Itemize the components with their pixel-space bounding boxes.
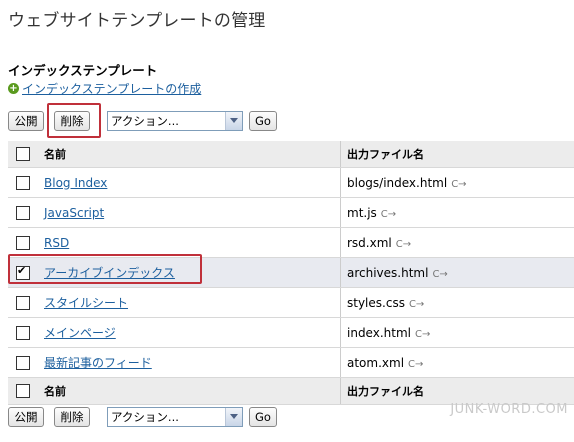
output-filename: archives.html bbox=[347, 265, 429, 280]
row-checkbox[interactable] bbox=[16, 355, 30, 370]
watermark: JUNK-WORD.COM bbox=[450, 402, 568, 417]
publish-button-bottom[interactable]: 公開 bbox=[8, 407, 44, 427]
chevron-down-icon bbox=[225, 112, 242, 130]
table-row: RSD rsd.xml C→ bbox=[8, 227, 574, 258]
section-title: インデックステンプレート bbox=[8, 63, 158, 78]
republish-icon[interactable]: C→ bbox=[451, 179, 466, 190]
table-footer: 名前 出力ファイル名 bbox=[8, 377, 574, 405]
republish-icon[interactable]: C→ bbox=[408, 359, 423, 370]
select-all-checkbox-bottom[interactable] bbox=[16, 384, 30, 398]
row-checkbox[interactable] bbox=[16, 175, 30, 190]
row-highlight-box bbox=[8, 254, 202, 284]
select-all-checkbox[interactable] bbox=[16, 147, 30, 161]
template-name-link[interactable]: RSD bbox=[44, 236, 69, 250]
row-checkbox[interactable] bbox=[16, 295, 30, 310]
plus-icon: + bbox=[8, 83, 19, 94]
republish-icon[interactable]: C→ bbox=[381, 209, 396, 220]
create-template-link[interactable]: + インデックステンプレートの作成 bbox=[8, 80, 201, 97]
table-row: Blog Index blogs/index.html C→ bbox=[8, 167, 574, 198]
table-row: スタイルシート styles.css C→ bbox=[8, 287, 574, 318]
output-filename: index.html bbox=[347, 325, 411, 340]
template-name-link[interactable]: JavaScript bbox=[44, 206, 104, 220]
column-footer-output[interactable]: 出力ファイル名 bbox=[347, 385, 424, 398]
table-row: メインページ index.html C→ bbox=[8, 317, 574, 348]
delete-button-bottom[interactable]: 削除 bbox=[54, 407, 90, 427]
output-filename: rsd.xml bbox=[347, 235, 392, 250]
output-filename: blogs/index.html bbox=[347, 175, 448, 190]
republish-icon[interactable]: C→ bbox=[409, 299, 424, 310]
column-header-output[interactable]: 出力ファイル名 bbox=[347, 148, 424, 161]
template-name-link[interactable]: 最新記事のフィード bbox=[44, 356, 152, 370]
table-row: JavaScript mt.js C→ bbox=[8, 197, 574, 228]
row-checkbox[interactable] bbox=[16, 205, 30, 220]
action-select-value: アクション... bbox=[111, 114, 179, 128]
go-button-bottom[interactable]: Go bbox=[249, 407, 277, 427]
template-name-link[interactable]: スタイルシート bbox=[44, 296, 128, 310]
table-header: 名前 出力ファイル名 bbox=[8, 141, 574, 168]
column-header-name[interactable]: 名前 bbox=[44, 148, 66, 161]
action-select-bottom[interactable]: アクション... bbox=[107, 407, 243, 427]
chevron-down-icon bbox=[225, 408, 242, 426]
table-row: 最新記事のフィード atom.xml C→ bbox=[8, 347, 574, 378]
column-footer-name[interactable]: 名前 bbox=[44, 385, 66, 398]
output-filename: styles.css bbox=[347, 295, 405, 310]
output-filename: atom.xml bbox=[347, 355, 405, 370]
republish-icon[interactable]: C→ bbox=[415, 329, 430, 340]
page-title: ウェブサイトテンプレートの管理 bbox=[8, 11, 266, 31]
action-select-top[interactable]: アクション... bbox=[107, 111, 243, 131]
row-checkbox[interactable] bbox=[16, 235, 30, 250]
row-checkbox[interactable] bbox=[16, 325, 30, 340]
action-select-value-bottom: アクション... bbox=[111, 410, 179, 424]
delete-highlight-box bbox=[47, 103, 101, 138]
go-button-top[interactable]: Go bbox=[249, 111, 277, 131]
republish-icon[interactable]: C→ bbox=[432, 269, 447, 280]
publish-button-top[interactable]: 公開 bbox=[8, 111, 44, 131]
template-name-link[interactable]: Blog Index bbox=[44, 176, 107, 190]
create-template-link-label[interactable]: インデックステンプレートの作成 bbox=[22, 80, 201, 97]
template-name-link[interactable]: メインページ bbox=[44, 326, 116, 340]
output-filename: mt.js bbox=[347, 205, 377, 220]
republish-icon[interactable]: C→ bbox=[396, 239, 411, 250]
